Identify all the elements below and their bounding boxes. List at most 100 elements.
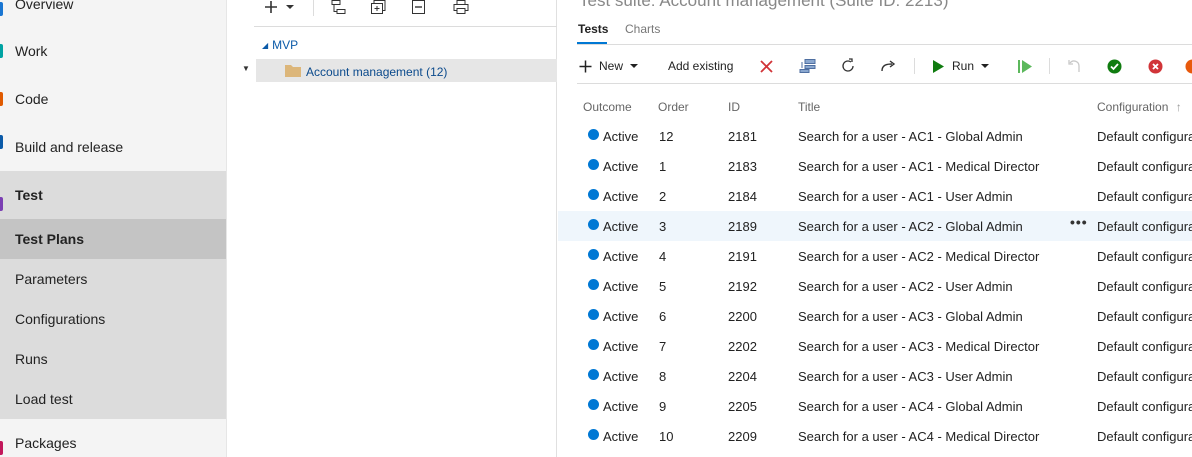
expanded-triangle-icon[interactable]: ◢ [262,41,268,50]
suite-title: Test suite: Account management (Suite ID… [579,0,949,10]
cell-title: Search for a user - AC1 - User Admin [798,189,1013,204]
nav-item-packages[interactable]: Packages [0,419,226,457]
toolbar-divider [313,0,314,16]
cell-outcome: Active [603,249,639,264]
cell-order: 9 [659,399,667,414]
dropdown-arrow-icon [630,63,639,69]
table-row[interactable]: Active 8 2204 Search for a user - AC3 - Use… [558,361,1192,391]
nav-subitem-runs[interactable]: Runs [0,339,226,379]
pass-button[interactable] [1107,54,1122,78]
tree-node-label: Account management (12) [306,65,448,79]
cell-outcome: Active [603,159,639,174]
dropdown-arrow-icon [981,63,990,69]
toolbar-divider [1049,58,1050,74]
nav-item-label: Overview [15,0,74,12]
status-dot-icon [588,339,599,350]
nav-color-bar [0,135,3,149]
suite-tree-panel: ◢ MVP ▼ Account management (12) [228,0,557,457]
reset-button[interactable] [1067,54,1081,78]
cell-title: Search for a user - AC1 - Medical Direct… [798,159,1040,174]
nav-item-code[interactable]: Code [0,75,226,123]
resume-run-button[interactable] [1018,54,1032,78]
nav-item-label: Test [15,187,43,203]
open-button[interactable] [881,54,897,78]
tree-node-mvp[interactable]: ◢ MVP [262,38,298,52]
block-button[interactable] [1185,54,1192,78]
tab-charts[interactable]: Charts [625,22,660,36]
cell-id: 2202 [728,339,757,354]
add-existing-label: Add existing [668,59,734,73]
status-dot-icon [588,189,599,200]
cell-id: 2209 [728,429,757,444]
fail-button[interactable] [1148,54,1163,78]
cell-order: 10 [659,429,674,444]
add-icon[interactable] [264,0,282,15]
nav-item-overview[interactable]: Overview [0,0,226,28]
column-header-title[interactable]: Title [798,100,820,114]
hierarchy-icon[interactable] [331,0,349,15]
cell-title: Search for a user - AC3 - User Admin [798,369,1013,384]
nav-item-test[interactable]: Test [0,171,226,219]
column-header-order[interactable]: Order [658,100,689,114]
run-icon [933,59,944,73]
table-row[interactable]: Active 1 2183 Search for a user - AC1 - Med… [558,151,1192,181]
cell-title: Search for a user - AC3 - Medical Direct… [798,339,1040,354]
cell-outcome: Active [603,189,639,204]
more-actions-icon[interactable]: ••• [1070,214,1088,230]
cell-order: 8 [659,369,667,384]
nav-subitem-label: Configurations [15,311,106,327]
remove-button[interactable] [760,54,773,78]
cell-configuration: Default configuration [1097,249,1192,264]
table-row[interactable]: Active 10 2209 Search for a user - AC4 - Me… [558,421,1192,451]
refresh-button[interactable] [840,54,856,78]
cell-id: 2184 [728,189,757,204]
cell-configuration: Default configuration [1097,279,1192,294]
cell-outcome: Active [603,129,639,144]
tab-tests[interactable]: Tests [578,22,608,36]
collapse-icon[interactable] [412,0,430,15]
nav-item-label: Work [15,43,48,59]
nav-item-build-and-release[interactable]: Build and release [0,123,226,171]
dropdown-arrow-icon[interactable] [285,0,303,15]
cell-id: 2204 [728,369,757,384]
plus-icon [579,60,592,73]
cell-title: Search for a user - AC2 - Global Admin [798,219,1023,234]
nav-item-label: Build and release [15,139,124,155]
cell-configuration: Default configuration [1097,129,1192,144]
nav-subitem-test-plans[interactable]: Test Plans [0,219,226,259]
table-row[interactable]: Active 9 2205 Search for a user - AC4 - Glo… [558,391,1192,421]
nav-subitem-configurations[interactable]: Configurations [0,299,226,339]
cell-outcome: Active [603,219,639,234]
add-suite-icon[interactable] [371,0,389,15]
cell-order: 2 [659,189,667,204]
print-icon[interactable] [453,0,471,15]
table-row[interactable]: Active 4 2191 Search for a user - AC2 - Med… [558,241,1192,271]
column-header-configuration[interactable]: Configuration ↑ [1097,100,1182,114]
table-row[interactable]: Active 12 2181 Search for a user - AC1 - Gl… [558,121,1192,151]
table-row[interactable]: Active 6 2200 Search for a user - AC3 - Glo… [558,301,1192,331]
tree-node-account-management[interactable]: Account management (12) [285,64,447,80]
cell-title: Search for a user - AC2 - User Admin [798,279,1013,294]
cell-title: Search for a user - AC1 - Global Admin [798,129,1023,144]
nav-item-work[interactable]: Work [0,27,226,75]
toolbar-divider [577,83,1192,84]
cell-title: Search for a user - AC2 - Medical Direct… [798,249,1040,264]
column-header-id[interactable]: ID [728,100,740,114]
column-header-outcome[interactable]: Outcome [583,100,632,114]
status-dot-icon [588,159,599,170]
table-row[interactable]: Active 3 2189 Search for a user - AC2 - Glo… [558,211,1192,241]
context-arrow-icon[interactable]: ▼ [242,64,250,73]
table-row[interactable]: Active 7 2202 Search for a user - AC3 - Med… [558,331,1192,361]
nav-color-bar [0,2,3,16]
assign-configuration-button[interactable] [799,54,817,78]
run-button[interactable]: Run [933,54,990,78]
table-row[interactable]: Active 5 2192 Search for a user - AC2 - Use… [558,271,1192,301]
nav-subitem-load-test[interactable]: Load test [0,379,226,419]
status-dot-icon [588,369,599,380]
main-content: Test suite: Account management (Suite ID… [558,0,1192,457]
nav-subitem-parameters[interactable]: Parameters [0,259,226,299]
table-row[interactable]: Active 2 2184 Search for a user - AC1 - Use… [558,181,1192,211]
nav-color-bar [0,197,3,211]
new-button[interactable]: New [579,54,639,78]
add-existing-button[interactable]: Add existing [668,54,733,78]
